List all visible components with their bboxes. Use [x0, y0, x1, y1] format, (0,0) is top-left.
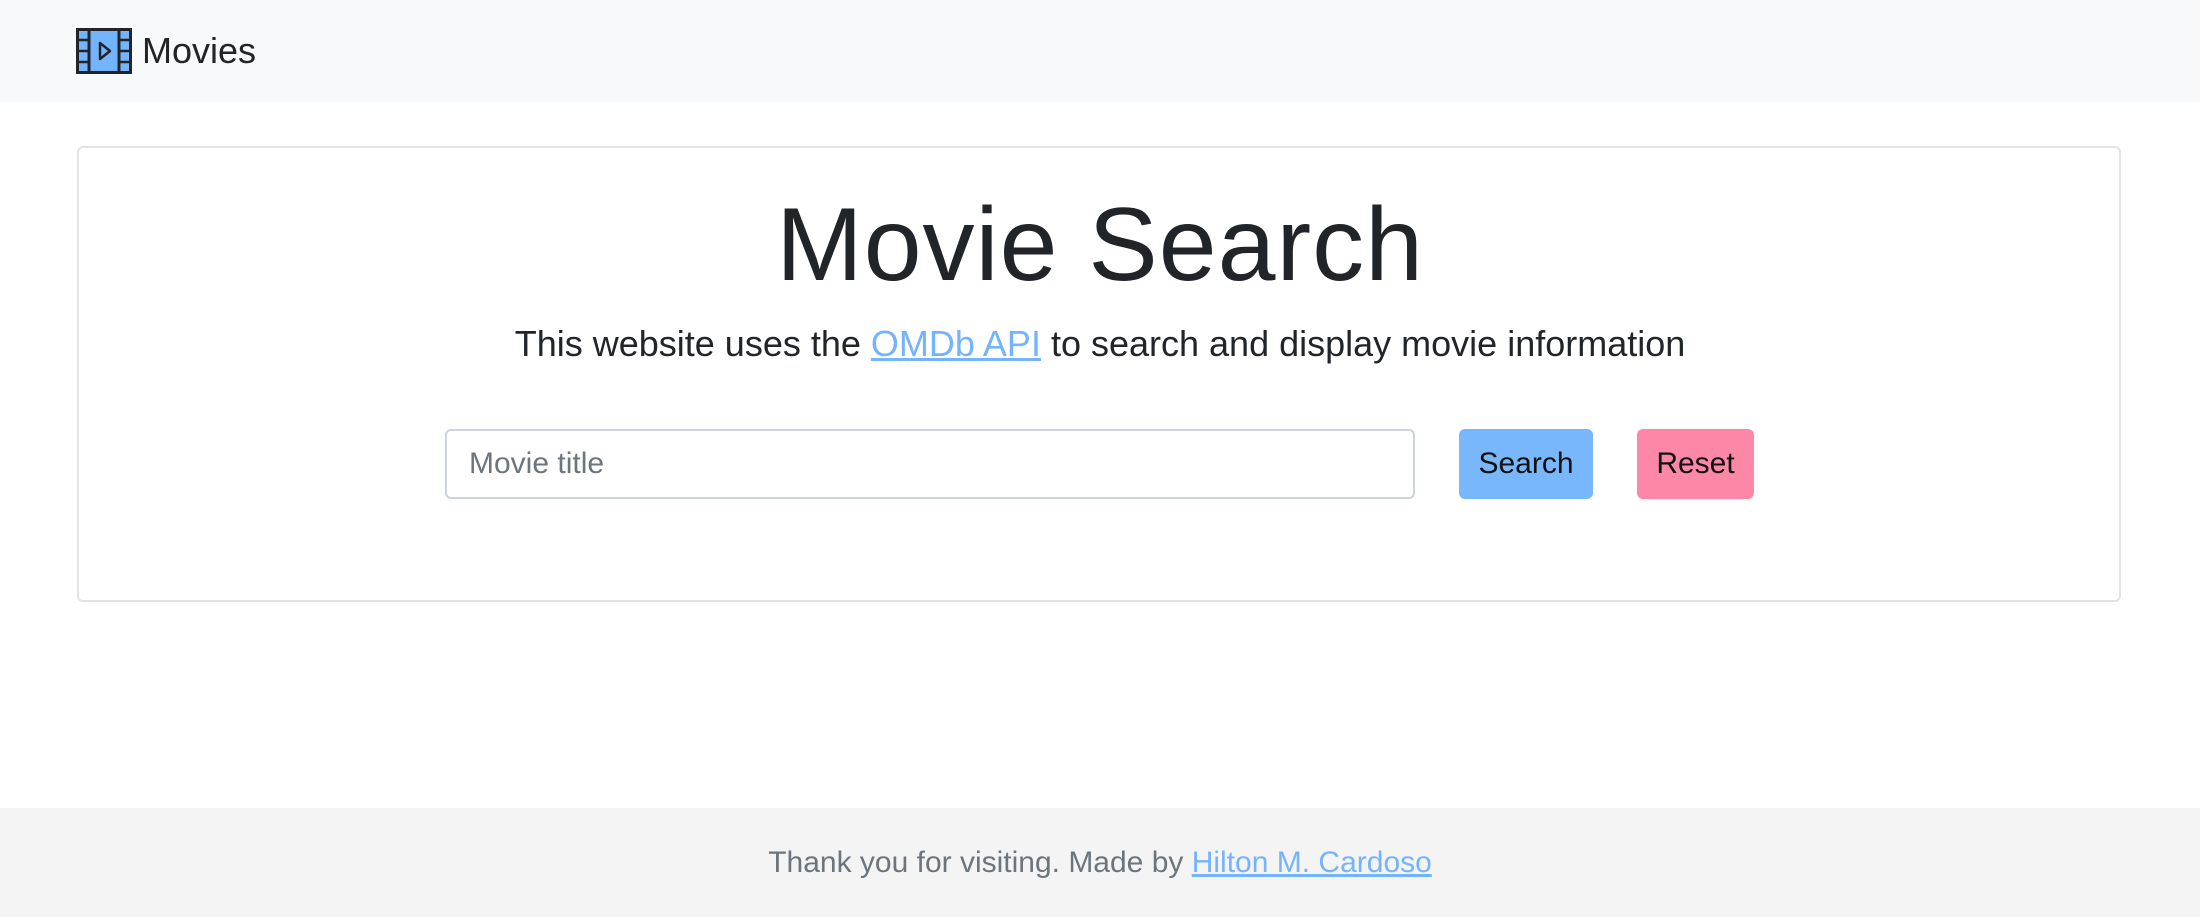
brand-label: Movies — [142, 30, 257, 71]
brand-link[interactable]: Movies — [76, 27, 256, 75]
search-button[interactable]: Search — [1459, 429, 1593, 499]
lead-suffix: to search and display movie information — [1040, 323, 1686, 364]
footer: Thank you for visiting. Made by Hilton M… — [0, 808, 2200, 917]
author-link[interactable]: Hilton M. Cardoso — [1192, 846, 1432, 879]
lead-text: This website uses the OMDb API to search… — [0, 318, 2200, 370]
navbar: Movies — [0, 0, 2200, 102]
reset-button[interactable]: Reset — [1637, 429, 1754, 499]
movie-title-input[interactable] — [445, 429, 1415, 499]
film-icon — [76, 28, 132, 74]
lead-prefix: This website uses the — [514, 323, 871, 364]
page-title: Movie Search — [776, 187, 1424, 303]
footer-text: Thank you for visiting. Made by — [768, 846, 1192, 879]
omdb-api-link[interactable]: OMDb API — [871, 323, 1041, 364]
